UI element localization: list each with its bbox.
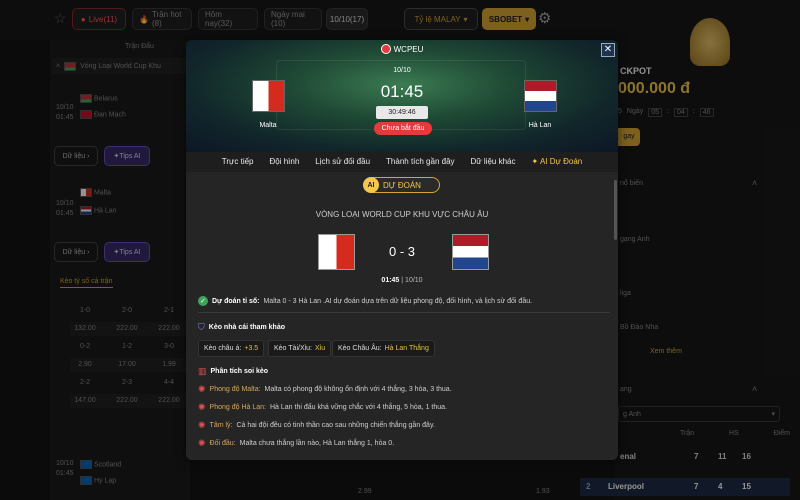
prediction-row: ✓ Dự đoán tỉ số: Malta 0 - 3 Hà Lan .AI … (198, 296, 610, 306)
malta-flag-icon (252, 80, 285, 112)
countdown: 30:49:46 (376, 106, 428, 119)
modal-tabs: Trực tiếp Đội hình Lịch sử đối đầu Thành… (186, 152, 618, 172)
match-header: WCPEU ✕ 10/10 01:45 30:49:46 Chưa bắt đầ… (186, 40, 618, 152)
match-detail-modal: WCPEU ✕ 10/10 01:45 30:49:46 Chưa bắt đầ… (186, 40, 618, 460)
analysis-item: ✺ Đối đầu: Malta chưa thắng lần nào, Hà L… (198, 438, 395, 448)
analysis-item: ✺ Phong độ Hà Lan: Hà Lan thi đấu khá vữn… (198, 402, 447, 412)
tab-lineup[interactable]: Đội hình (262, 152, 308, 172)
analysis-title: ▥ Phân tích soi kèo (198, 366, 269, 376)
tab-ai-prediction[interactable]: ✦ AI Dự Đoán (523, 152, 590, 172)
sparkle-icon: ✦ (531, 157, 540, 166)
european-odds-chip: Kèo Châu Âu: Hà Lan Thắng (332, 340, 435, 357)
scrollbar[interactable] (614, 180, 617, 240)
flame-icon: ✺ (198, 438, 206, 448)
analysis-item: ✺ Tâm lý: Cả hai đội đều có tinh thần cao… (198, 420, 435, 430)
tab-recent-form[interactable]: Thành tích gần đây (378, 152, 463, 172)
home-team-name: Malta (259, 122, 277, 129)
status-badge: Chưa bắt đầu (374, 122, 432, 135)
shield-icon: ⛉ (198, 322, 205, 332)
ai-badge: AI DỰ ĐOÁN (363, 177, 440, 193)
prediction-text: Malta 0 - 3 Hà Lan .AI dự đoán dựa trên … (263, 297, 533, 305)
prediction-label: Dự đoán tỉ số: (212, 297, 260, 305)
analysis-item: ✺ Phong độ Malta: Malta có phong độ không… (198, 384, 452, 394)
flame-icon: ✺ (198, 384, 206, 394)
tab-live[interactable]: Trực tiếp (214, 152, 262, 172)
close-button[interactable]: ✕ (601, 43, 615, 57)
flame-icon: ✺ (198, 420, 206, 430)
ai-icon: AI (363, 177, 379, 193)
tab-h2h[interactable]: Lịch sử đối đầu (307, 152, 378, 172)
divider (198, 312, 610, 313)
competition-name: VÒNG LOẠI WORLD CUP KHU VỰC CHÂU ÂU (315, 210, 489, 219)
reference-odds-title: ⛉ Kèo nhà cái tham khảo (198, 322, 286, 332)
brand: WCPEU (186, 44, 618, 54)
check-icon: ✓ (198, 296, 208, 306)
predicted-score: 0 - 3 (388, 244, 415, 259)
brand-logo-icon (380, 44, 391, 54)
ai-prediction-panel: AI DỰ ĐOÁN VÒNG LOẠI WORLD CUP KHU VỰC C… (186, 172, 618, 460)
close-icon: ✕ (603, 44, 613, 55)
asian-handicap-chip: Kèo châu á: +3.5 (198, 340, 265, 357)
malta-flag-icon (318, 234, 355, 270)
flame-icon: ✺ (198, 402, 206, 412)
match-date: 10/10 (393, 67, 411, 74)
netherlands-flag-icon (524, 80, 557, 112)
chart-icon: ▥ (198, 366, 207, 376)
predicted-match-time: 01:45 | 10/10 (381, 277, 423, 284)
netherlands-flag-icon (452, 234, 489, 270)
away-team-name: Hà Lan (528, 122, 552, 129)
ai-badge-label: DỰ ĐOÁN (383, 180, 421, 190)
tab-other-data[interactable]: Dữ liệu khác (463, 152, 524, 172)
over-under-chip: Kèo Tài/Xỉu: Xỉu (268, 340, 332, 357)
